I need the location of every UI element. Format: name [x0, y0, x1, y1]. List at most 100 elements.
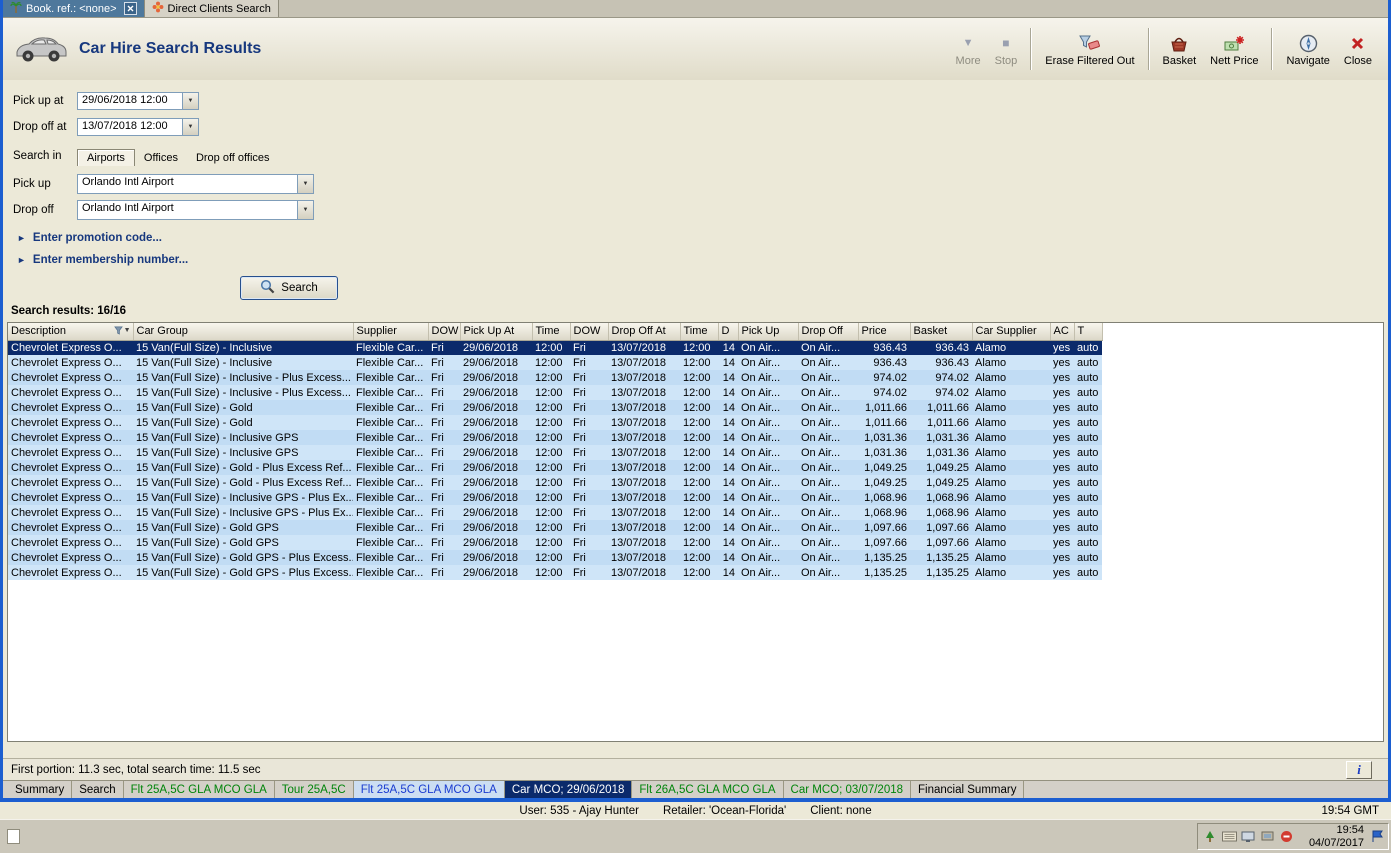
cell[interactable]: 1,068.96: [858, 505, 910, 520]
cell[interactable]: On Air...: [738, 460, 798, 475]
cell[interactable]: Alamo: [972, 430, 1050, 445]
cell[interactable]: auto: [1074, 535, 1102, 550]
dropoff-datetime-select[interactable]: 13/07/2018 12:00 ▼: [77, 118, 199, 136]
cell[interactable]: Alamo: [972, 565, 1050, 580]
cell[interactable]: 15 Van(Full Size) - Gold GPS - Plus Exce…: [133, 550, 353, 565]
navigate-button[interactable]: Navigate: [1280, 30, 1335, 69]
cell[interactable]: On Air...: [798, 490, 858, 505]
cell[interactable]: 12:00: [680, 355, 718, 370]
cell[interactable]: 14: [718, 550, 738, 565]
table-row[interactable]: Chevrolet Express O...15 Van(Full Size) …: [8, 385, 1102, 400]
cell[interactable]: auto: [1074, 550, 1102, 565]
cell[interactable]: On Air...: [738, 445, 798, 460]
cell[interactable]: On Air...: [798, 355, 858, 370]
cell[interactable]: 1,031.36: [910, 430, 972, 445]
cell[interactable]: 12:00: [680, 445, 718, 460]
cell[interactable]: 13/07/2018: [608, 385, 680, 400]
cell[interactable]: auto: [1074, 445, 1102, 460]
cell[interactable]: yes: [1050, 370, 1074, 385]
cell[interactable]: On Air...: [738, 505, 798, 520]
column-header[interactable]: DOW: [428, 323, 460, 340]
cell[interactable]: On Air...: [738, 535, 798, 550]
cell[interactable]: 12:00: [680, 460, 718, 475]
cell[interactable]: On Air...: [798, 430, 858, 445]
cell[interactable]: Fri: [428, 490, 460, 505]
tab-direct-clients-search[interactable]: Direct Clients Search: [145, 0, 279, 17]
cell[interactable]: 29/06/2018: [460, 520, 532, 535]
cell[interactable]: Chevrolet Express O...: [8, 475, 133, 490]
cell[interactable]: 1,011.66: [858, 415, 910, 430]
cell[interactable]: 936.43: [910, 355, 972, 370]
cell[interactable]: Fri: [428, 355, 460, 370]
cell[interactable]: 1,011.66: [910, 415, 972, 430]
column-header[interactable]: Drop Off At: [608, 323, 680, 340]
cell[interactable]: 1,049.25: [858, 475, 910, 490]
cell[interactable]: 1,031.36: [910, 445, 972, 460]
cell[interactable]: 12:00: [532, 490, 570, 505]
cell[interactable]: On Air...: [798, 535, 858, 550]
cell[interactable]: 15 Van(Full Size) - Inclusive: [133, 340, 353, 355]
cell[interactable]: 14: [718, 460, 738, 475]
column-header[interactable]: Drop Off: [798, 323, 858, 340]
table-row[interactable]: Chevrolet Express O...15 Van(Full Size) …: [8, 370, 1102, 385]
cell[interactable]: yes: [1050, 415, 1074, 430]
cell[interactable]: 1,031.36: [858, 445, 910, 460]
cell[interactable]: Flexible Car...: [353, 385, 428, 400]
column-header[interactable]: Car Supplier: [972, 323, 1050, 340]
cell[interactable]: 15 Van(Full Size) - Gold - Plus Excess R…: [133, 475, 353, 490]
cell[interactable]: Fri: [570, 400, 608, 415]
cell[interactable]: On Air...: [738, 400, 798, 415]
cell[interactable]: 12:00: [532, 535, 570, 550]
cell[interactable]: On Air...: [738, 490, 798, 505]
nett-price-button[interactable]: Nett Price: [1204, 30, 1264, 69]
cell[interactable]: On Air...: [738, 430, 798, 445]
cell[interactable]: On Air...: [798, 445, 858, 460]
cell[interactable]: 974.02: [858, 385, 910, 400]
column-header[interactable]: Supplier: [353, 323, 428, 340]
cell[interactable]: On Air...: [798, 565, 858, 580]
cell[interactable]: Chevrolet Express O...: [8, 430, 133, 445]
cell[interactable]: 1,135.25: [858, 565, 910, 580]
info-button[interactable]: i: [1346, 761, 1372, 779]
cell[interactable]: 29/06/2018: [460, 565, 532, 580]
cell[interactable]: On Air...: [798, 370, 858, 385]
cell[interactable]: 12:00: [680, 370, 718, 385]
cell[interactable]: 14: [718, 535, 738, 550]
cell[interactable]: 14: [718, 505, 738, 520]
cell[interactable]: 14: [718, 520, 738, 535]
bottom-tab-0[interactable]: Summary: [8, 781, 72, 798]
cell[interactable]: 15 Van(Full Size) - Gold: [133, 400, 353, 415]
cell[interactable]: Alamo: [972, 445, 1050, 460]
cell[interactable]: 12:00: [532, 565, 570, 580]
cell[interactable]: 15 Van(Full Size) - Gold GPS - Plus Exce…: [133, 565, 353, 580]
column-header[interactable]: Basket: [910, 323, 972, 340]
cell[interactable]: 1,135.25: [910, 565, 972, 580]
cell[interactable]: Fri: [428, 430, 460, 445]
cell[interactable]: 1,097.66: [910, 520, 972, 535]
tray-flag-icon[interactable]: [1370, 830, 1384, 844]
dropdown-arrow-icon[interactable]: ▼: [182, 93, 198, 109]
cell[interactable]: Fri: [428, 445, 460, 460]
cell[interactable]: yes: [1050, 550, 1074, 565]
cell[interactable]: 12:00: [680, 475, 718, 490]
cell[interactable]: Fri: [570, 385, 608, 400]
cell[interactable]: 29/06/2018: [460, 475, 532, 490]
cell[interactable]: 1,135.25: [858, 550, 910, 565]
cell[interactable]: yes: [1050, 565, 1074, 580]
search-button[interactable]: Search: [240, 276, 338, 300]
cell[interactable]: On Air...: [798, 460, 858, 475]
cell[interactable]: 29/06/2018: [460, 430, 532, 445]
bottom-tab-4[interactable]: Flt 25A,5C GLA MCO GLA: [354, 781, 505, 798]
cell[interactable]: Chevrolet Express O...: [8, 385, 133, 400]
table-row[interactable]: Chevrolet Express O...15 Van(Full Size) …: [8, 460, 1102, 475]
cell[interactable]: 14: [718, 385, 738, 400]
cell[interactable]: 13/07/2018: [608, 550, 680, 565]
cell[interactable]: 12:00: [532, 550, 570, 565]
cell[interactable]: 29/06/2018: [460, 460, 532, 475]
cell[interactable]: auto: [1074, 565, 1102, 580]
cell[interactable]: Chevrolet Express O...: [8, 445, 133, 460]
cell[interactable]: On Air...: [738, 340, 798, 355]
column-header[interactable]: Pick Up: [738, 323, 798, 340]
cell[interactable]: auto: [1074, 385, 1102, 400]
cell[interactable]: 15 Van(Full Size) - Inclusive GPS: [133, 430, 353, 445]
